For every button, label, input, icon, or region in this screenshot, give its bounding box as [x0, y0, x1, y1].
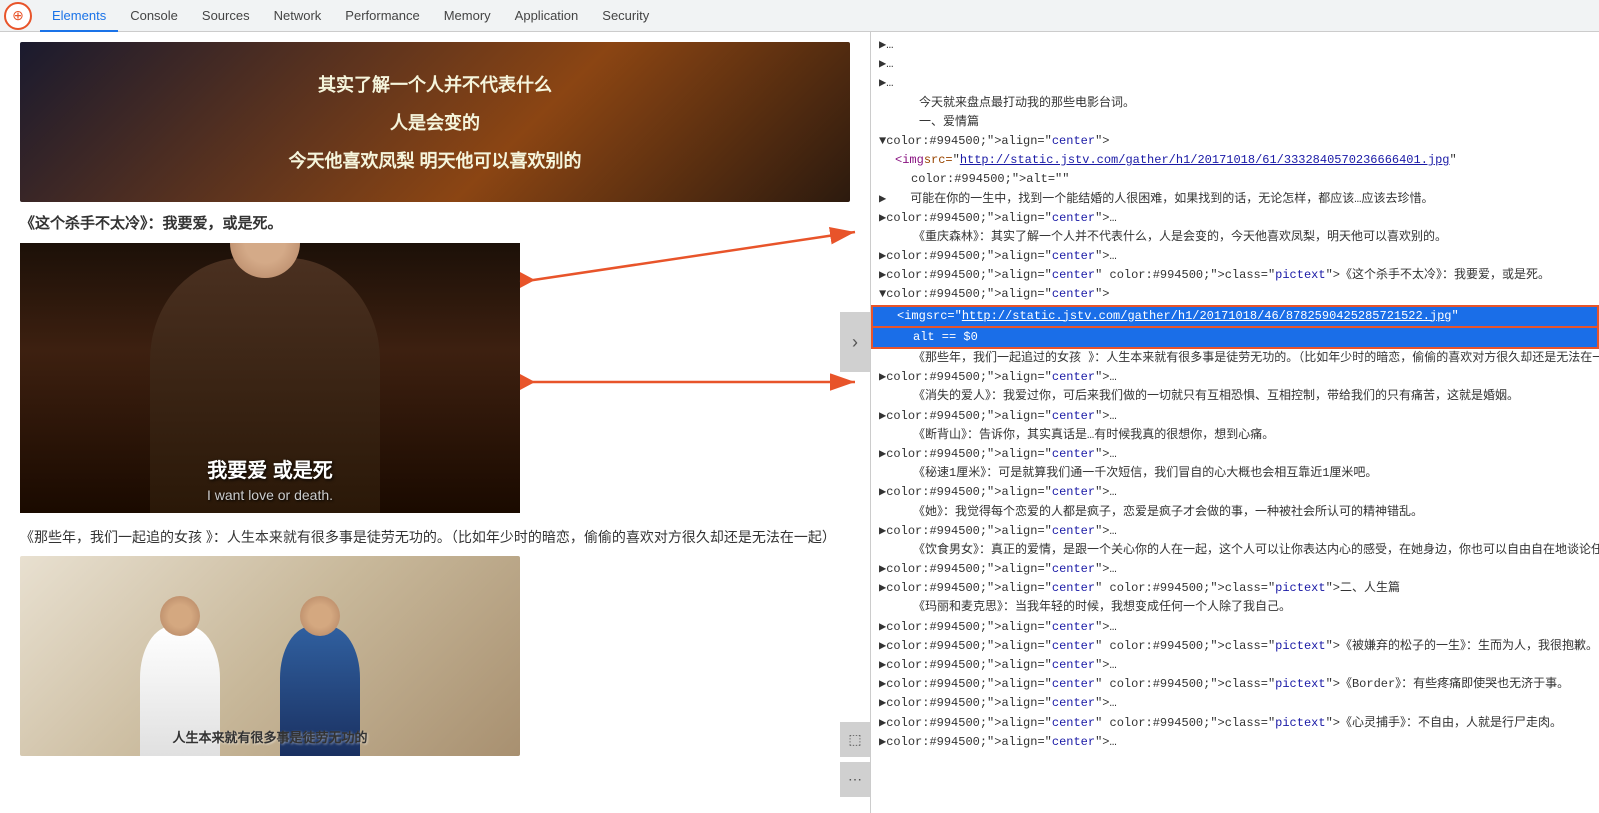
dom-line[interactable]: 《消失的爱人》：我爱过你，可后来我们做的一切就只有互相恐惧、互相控制，带给我们的… [871, 387, 1599, 406]
dom-line[interactable]: ▶ color:#994500;">align="center">… [871, 656, 1599, 675]
dom-line[interactable]: 今天就来盘点最打动我的那些电影台词。 [871, 94, 1599, 113]
figure1-head [160, 596, 200, 636]
dom-line[interactable]: ▼ color:#994500;">align="center"> [871, 132, 1599, 151]
dom-line[interactable]: ▶ color:#994500;">align="center">… [871, 209, 1599, 228]
movie-subtitle-cn: 我要爱 或是死 [20, 454, 520, 483]
main-area: 其实了解一个人并不代表什么 人是会变的 今天他喜欢凤梨 明天他可以喜欢别的 《这… [0, 32, 1599, 813]
quote-line-2: 人是会变的 [390, 109, 480, 135]
dom-line[interactable]: ▶ color:#994500;">align="center" color:#… [871, 637, 1599, 656]
tab-application[interactable]: Application [503, 0, 591, 32]
section2-image-text: 人生本来就有很多事是徒劳无功的 [20, 727, 520, 746]
figure2-head [300, 596, 340, 636]
dom-line[interactable]: 《玛丽和麦克思》：当我年轻的时候，我想变成任何一个人除了我自己。 [871, 598, 1599, 617]
dom-line[interactable]: ▶ … [871, 74, 1599, 93]
movie-subtitle-en: I want love or death. [20, 487, 520, 503]
dom-tree-container: ▶ …▶ …▶ … 今天就来盘点最打动我的那些电影台词。 一、爱情篇▼ colo… [871, 36, 1599, 752]
movie-image-container: 我要爱 或是死 I want love or death. [20, 243, 520, 513]
inspect-element-icon[interactable]: ⊕ [4, 2, 32, 30]
tab-sources[interactable]: Sources [190, 0, 262, 32]
tab-console[interactable]: Console [118, 0, 190, 32]
dom-line[interactable]: ▼ color:#994500;">align="center"> [871, 285, 1599, 304]
tab-elements[interactable]: Elements [40, 0, 118, 32]
dom-line[interactable]: 《她》：我觉得每个恋爱的人都是疯子，恋爱是疯子才会做的事，一种被社会所认可的精神… [871, 503, 1599, 522]
tab-security[interactable]: Security [590, 0, 661, 32]
dom-line[interactable]: 《饮食男女》：真正的爱情，是跟一个关心你的人在一起，这个人可以让你表达内心的感受… [871, 541, 1599, 560]
dom-line[interactable]: <img src="http://static.jstv.com/gather/… [871, 151, 1599, 170]
dom-line[interactable]: ▶ color:#994500;">align="center">… [871, 407, 1599, 426]
dom-line[interactable]: ▶ color:#994500;">align="center">… [871, 483, 1599, 502]
dom-line[interactable]: ▶ color:#994500;">align="center" color:#… [871, 579, 1599, 598]
dom-line[interactable]: ▶ color:#994500;">align="center">… [871, 618, 1599, 637]
dom-line[interactable]: ▶ 可能在你的一生中，找到一个能结婚的人很困难，如果找到的话，无论怎样，都应该…… [871, 190, 1599, 209]
dom-line[interactable]: ▶ color:#994500;">align="center" color:#… [871, 675, 1599, 694]
dom-line[interactable]: 《秘速1厘米》：可是就算我们通一千次短信，我们冒自的心大概也会相互靠近1厘米吧。 [871, 464, 1599, 483]
dom-line[interactable]: ▶ color:#994500;">align="center">… [871, 694, 1599, 713]
dom-line[interactable]: ▶ … [871, 36, 1599, 55]
dom-line[interactable]: color:#994500;">alt="" [871, 170, 1599, 189]
tab-network[interactable]: Network [262, 0, 334, 32]
dom-line[interactable]: alt == $0 [871, 328, 1599, 349]
movie-quote-banner: 其实了解一个人并不代表什么 人是会变的 今天他喜欢凤梨 明天他可以喜欢别的 [20, 42, 850, 202]
quote-line-3: 今天他喜欢凤梨 明天他可以喜欢别的 [289, 147, 582, 173]
dom-line[interactable]: ▶ … [871, 55, 1599, 74]
dom-line[interactable]: ▶ color:#994500;">align="center">… [871, 560, 1599, 579]
share-button[interactable]: ⬚ [840, 722, 870, 757]
dom-line[interactable]: ▶ color:#994500;">align="center">… [871, 247, 1599, 266]
movie-figure-head [230, 243, 300, 278]
devtools-elements-panel[interactable]: ▶ …▶ …▶ … 今天就来盘点最打动我的那些电影台词。 一、爱情篇▼ colo… [870, 32, 1599, 813]
dom-line[interactable]: ▶ color:#994500;">align="center" color:#… [871, 714, 1599, 733]
dom-line[interactable]: ▶ color:#994500;">align="center">… [871, 368, 1599, 387]
dom-line[interactable]: 《重庆森林》：其实了解一个人并不代表什么，人是会变的，今天他喜欢凤梨，明天他可以… [871, 228, 1599, 247]
tab-memory[interactable]: Memory [432, 0, 503, 32]
dom-line[interactable]: ▶ color:#994500;">align="center">… [871, 445, 1599, 464]
dom-line[interactable]: 一、爱情篇 [871, 113, 1599, 132]
section2-image: 人生本来就有很多事是徒劳无功的 [20, 556, 520, 756]
scroll-next-button[interactable]: › [840, 312, 870, 372]
tab-performance[interactable]: Performance [333, 0, 431, 32]
dom-line[interactable]: ▶ color:#994500;">align="center">… [871, 733, 1599, 752]
dom-line[interactable]: 《那些年，我们一起追过的女孩 》：人生本来就有很多事是徒劳无功的。（比如年少时的… [871, 349, 1599, 368]
dom-line[interactable]: <img src="http://static.jstv.com/gather/… [871, 305, 1599, 328]
quote-line-1: 其实了解一个人并不代表什么 [318, 71, 552, 97]
page-content: 其实了解一个人并不代表什么 人是会变的 今天他喜欢凤梨 明天他可以喜欢别的 《这… [0, 32, 870, 813]
devtools-tab-bar: ⊕ Elements Console Sources Network Perfo… [0, 0, 1599, 32]
section2-title: 《那些年，我们一起追的女孩 》：人生本来就有很多事是徒劳无功的。（比如年少时的暗… [20, 527, 850, 548]
dom-line[interactable]: ▶ color:#994500;">align="center">… [871, 522, 1599, 541]
dom-line[interactable]: 《断背山》：告诉你，其实真话是…有时候我真的很想你，想到心痛。 [871, 426, 1599, 445]
more-button[interactable]: ⋯ [840, 762, 870, 797]
dom-line[interactable]: ▶ color:#994500;">align="center" color:#… [871, 266, 1599, 285]
section1-title: 《这个杀手不太冷》：我要爱，或是死。 [20, 212, 850, 233]
